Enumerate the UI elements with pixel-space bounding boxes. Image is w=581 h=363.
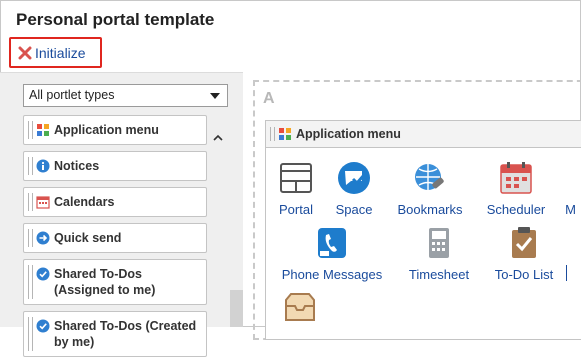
shared-todo-icon [36, 267, 50, 281]
panel-scrollbar-thumb[interactable] [230, 290, 243, 327]
info-icon [36, 159, 50, 173]
timesheet-icon [429, 228, 449, 258]
app-label: Space [335, 202, 373, 217]
app-label: Bookmarks [397, 202, 463, 217]
initialize-label: Initialize [35, 44, 86, 61]
app-grid-icon [279, 128, 291, 140]
portlet-item-application-menu[interactable]: Application menu [23, 115, 207, 145]
portlet-item-label: Notices [54, 159, 100, 173]
close-x-icon [18, 46, 32, 59]
drag-handle[interactable] [28, 121, 33, 139]
drag-handle[interactable] [270, 127, 275, 141]
initialize-button[interactable]: Initialize [9, 37, 102, 68]
todo-list-icon [512, 227, 536, 258]
app-label: M [565, 202, 576, 217]
portlet-item-calendars[interactable]: Calendars [23, 187, 207, 217]
app-inbox[interactable] [245, 290, 355, 332]
app-label: Phone Messages [281, 267, 383, 282]
portlet-item-quick-send[interactable]: Quick send [23, 223, 207, 253]
portlet-list-scrollbar[interactable] [209, 115, 227, 327]
drag-handle[interactable] [28, 317, 33, 351]
drag-handle[interactable] [28, 229, 33, 247]
portlet-type-select[interactable]: All portlet types [23, 84, 228, 107]
portlet-item-label: Shared To-Dos (Created by me) [54, 319, 197, 349]
drag-handle[interactable] [28, 193, 33, 211]
portlet-list: Application menu Notices Calendars Quick… [23, 115, 207, 363]
shared-todo-icon [36, 319, 50, 333]
app-label: To-Do List [494, 267, 554, 282]
portlet-header[interactable]: Application menu [265, 120, 581, 148]
drag-handle[interactable] [28, 157, 33, 175]
app-phone-messages[interactable]: Phone Messages [277, 225, 387, 282]
drag-handle[interactable] [28, 265, 33, 299]
portlet-title: Application menu [296, 127, 401, 141]
app-mail-tail [566, 265, 574, 281]
portlet-item-shared-todos-assigned[interactable]: Shared To-Dos (Assigned to me) [23, 259, 207, 305]
arrow-right-circle-icon [36, 231, 50, 245]
app-grid-icon [37, 124, 49, 136]
portlet-item-notices[interactable]: Notices [23, 151, 207, 181]
portlet-item-label: Shared To-Dos (Assigned to me) [54, 267, 156, 297]
inbox-icon [285, 293, 315, 321]
app-todo-list[interactable]: To-Do List [469, 225, 579, 282]
bookmarks-icon [415, 164, 444, 190]
portlet-item-label: Application menu [54, 123, 159, 137]
app-mail[interactable]: M [512, 160, 576, 217]
calendar-icon [36, 196, 50, 209]
chevron-up-icon[interactable] [213, 133, 223, 143]
portlet-item-label: Quick send [54, 231, 122, 245]
chevron-down-icon [210, 93, 220, 99]
portlet-item-shared-todos-created[interactable]: Shared To-Dos (Created by me) [23, 311, 207, 357]
page-title: Personal portal template [16, 10, 215, 29]
layout-area-label: A [263, 90, 275, 107]
app-label: Timesheet [408, 267, 470, 282]
phone-messages-icon [318, 228, 346, 258]
space-icon [338, 162, 370, 194]
portlet-type-select-value: All portlet types [29, 88, 115, 102]
portlet-item-label: Calendars [54, 195, 115, 209]
